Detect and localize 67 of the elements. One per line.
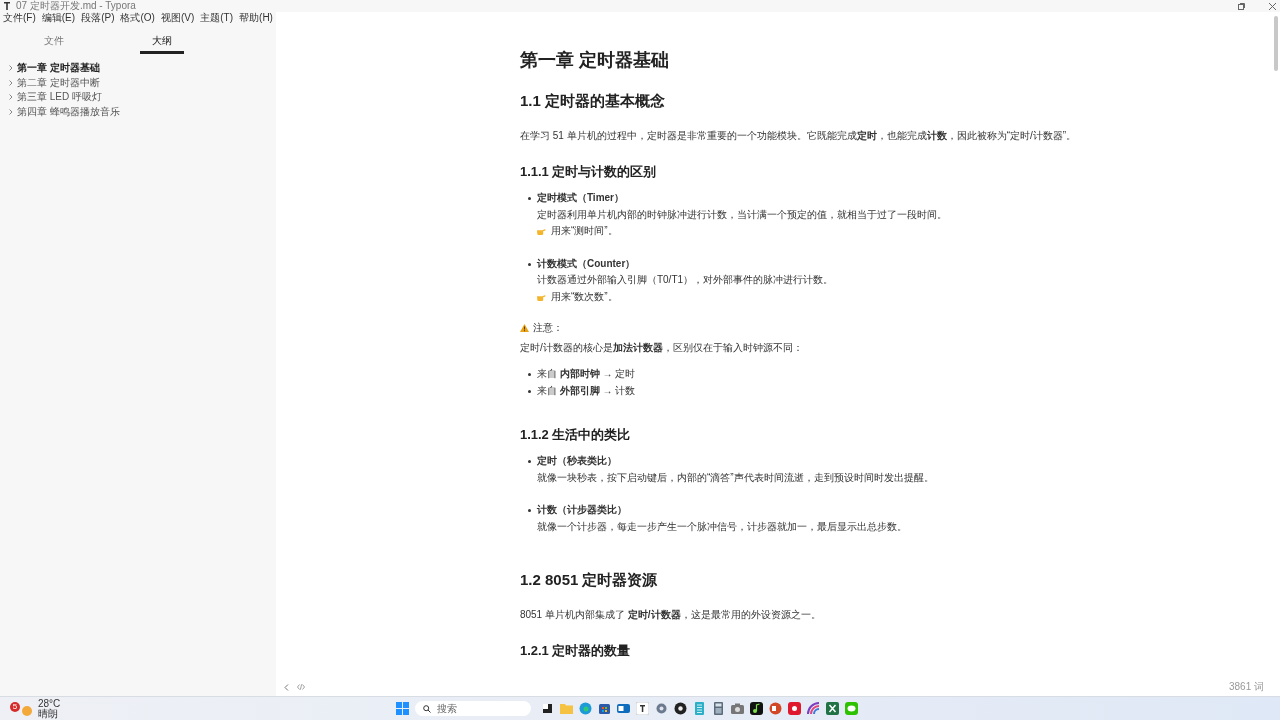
subsection-heading: 1.2.1 定时器的数量 — [519, 642, 632, 660]
bullet-icon — [527, 197, 531, 200]
chapter-heading: 第一章 定时器基础 — [519, 49, 670, 72]
mail-icon[interactable] — [617, 702, 630, 715]
bullet-icon — [527, 372, 531, 376]
search-placeholder: 搜索 — [437, 701, 457, 716]
music-note-icon[interactable] — [750, 702, 763, 715]
notification-badge: 5 — [10, 701, 20, 712]
outline-item[interactable]: 第一章 定时器基础 — [17, 61, 100, 76]
weather-text: 晴朗 — [38, 708, 59, 719]
gear-icon[interactable] — [655, 702, 668, 715]
outline-item[interactable]: 第四章 蜂鸣器播放音乐 — [17, 104, 120, 119]
menu-item[interactable]: 编辑(E) — [41, 11, 76, 25]
menu-item[interactable]: 段落(P) — [81, 11, 115, 25]
chat-app-icon[interactable] — [845, 702, 858, 715]
note-label: 注意： — [532, 321, 563, 335]
section-heading: 1.1 定时器的基本概念 — [519, 92, 666, 111]
browser-icon[interactable] — [579, 702, 592, 715]
spreadsheet-app-icon[interactable] — [826, 702, 839, 715]
store-icon[interactable] — [598, 702, 611, 715]
bullet-icon — [527, 262, 531, 266]
sidebar-tab[interactable]: 大纲 — [140, 32, 184, 54]
app-logo-icon — [4, 2, 10, 10]
menu-item[interactable]: 格式(O) — [120, 11, 155, 25]
task-view-icon[interactable] — [541, 702, 554, 715]
restore-icon[interactable] — [1238, 2, 1245, 10]
notepad-icon[interactable] — [693, 702, 706, 715]
paragraph: 定时/计数器的核心是加法计数器，区别仅在于输入时钟源不同： — [519, 341, 804, 355]
menu-item[interactable]: 文件(F) — [3, 11, 36, 25]
paragraph: 8051 单片机内部集成了 定时/计数器，这是最常用的外设资源之一。 — [519, 608, 822, 622]
search-field[interactable]: 搜索 — [415, 701, 531, 716]
warning-icon — [519, 324, 529, 332]
calculator-icon[interactable] — [712, 702, 725, 715]
section-heading: 1.2 8051 定时器资源 — [519, 571, 659, 590]
sidebar-tab[interactable]: 文件 — [32, 32, 76, 54]
item-title: 计数（计步器类比） — [536, 503, 628, 517]
item-text: 就像一块秒表，按下启动键后，内部的“滴答”声代表时间流逝，走到预设时间时发出提醒。 — [536, 470, 934, 485]
list-item: 来自 外部引脚 → 计数 — [536, 384, 636, 398]
hint-text: 用来“测时间”。 — [550, 224, 618, 238]
menu-item[interactable]: 帮助(H) — [239, 11, 273, 25]
window-title: 07 定时器开发.md - Typora — [16, 0, 136, 12]
menu-item[interactable]: 视图(V) — [160, 11, 195, 25]
rainbow-waves-icon[interactable] — [807, 702, 820, 715]
item-text: 定时器利用单片机内部的时钟脉冲进行计数，当计满一个预定的值，就相当于过了一段时间。 — [536, 207, 947, 222]
menu-item[interactable]: 主题(T) — [200, 11, 234, 25]
outline-item[interactable]: 第三章 LED 呼吸灯 — [17, 90, 102, 105]
windows-start-icon[interactable] — [396, 702, 409, 715]
item-text: 计数器通过外部输入引脚（T0/T1），对外部事件的脉冲进行计数。 — [536, 273, 834, 287]
list-item: 来自 内部时钟 → 定时 — [536, 367, 636, 381]
code-icon[interactable] — [296, 684, 305, 690]
bullet-icon — [527, 509, 531, 512]
bullet-icon — [527, 460, 531, 463]
search-icon — [423, 704, 431, 713]
hint-text: 用来“数次数”。 — [550, 289, 618, 304]
item-title: 定时模式（Timer） — [536, 191, 625, 205]
close-icon[interactable] — [1269, 2, 1276, 10]
item-title: 定时（秒表类比） — [536, 454, 618, 468]
item-text: 就像一个计步器，每走一步产生一个脉冲信号，计步器就加一，最后显示出总步数。 — [536, 519, 907, 534]
camera-icon[interactable] — [731, 702, 744, 715]
temperature-text: 28°C — [38, 698, 61, 709]
item-title: 计数模式（Counter） — [536, 256, 637, 271]
scrollbar-thumb[interactable] — [1274, 16, 1278, 71]
outline-item[interactable]: 第二章 定时器中断 — [17, 75, 100, 90]
paragraph: 在学习 51 单片机的过程中，定时器是非常重要的一个功能模块。它既能完成定时，也能完成计数，因此被称为“定时/计数器”。 — [519, 129, 1078, 143]
subsection-heading: 1.1.1 定时与计数的区别 — [519, 163, 658, 181]
bullet-icon — [527, 389, 531, 393]
subsection-heading: 1.1.2 生活中的类比 — [519, 426, 632, 444]
